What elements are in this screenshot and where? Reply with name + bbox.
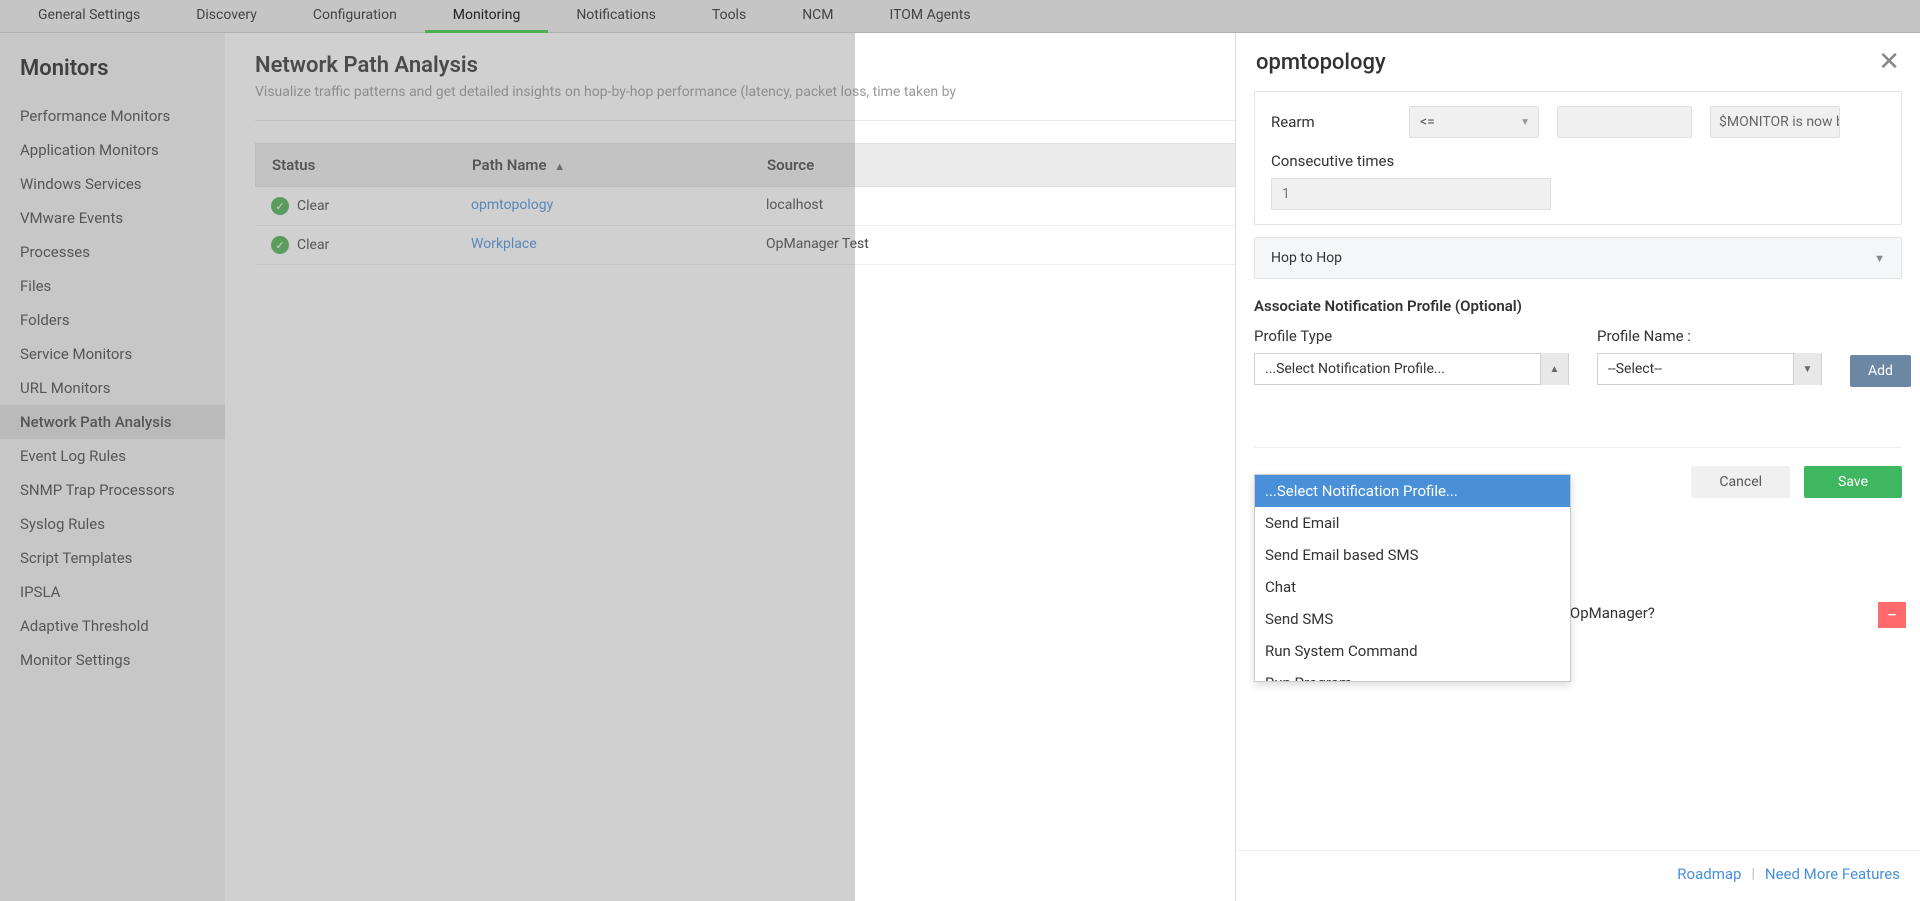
close-icon[interactable]: ✕ <box>1878 47 1900 77</box>
profile-name-label: Profile Name : <box>1597 327 1822 345</box>
sidebar-item-script-templates[interactable]: Script Templates <box>0 541 225 575</box>
sidebar-item-syslog-rules[interactable]: Syslog Rules <box>0 507 225 541</box>
top-tab-ncm[interactable]: NCM <box>774 0 861 33</box>
dropdown-option[interactable]: Send SMS <box>1255 603 1570 635</box>
sidebar-item-files[interactable]: Files <box>0 269 225 303</box>
top-tab-discovery[interactable]: Discovery <box>168 0 285 33</box>
roadmap-link[interactable]: Roadmap <box>1677 865 1741 883</box>
chevron-down-icon: ▼ <box>1874 252 1885 265</box>
sidebar-item-monitor-settings[interactable]: Monitor Settings <box>0 643 225 677</box>
sidebar: Monitors Performance MonitorsApplication… <box>0 33 225 901</box>
need-more-features-link[interactable]: Need More Features <box>1765 865 1900 883</box>
sidebar-item-folders[interactable]: Folders <box>0 303 225 337</box>
side-panel: opmtopology ✕ Rearm <=▼ $MONITOR is now … <box>1235 33 1920 901</box>
status-badge: ✓Clear <box>271 197 329 215</box>
panel-title: opmtopology <box>1256 50 1386 75</box>
dropdown-option[interactable]: Run Program <box>1255 667 1570 681</box>
col-path-name[interactable]: Path Name ▲ <box>456 144 751 186</box>
top-tab-general-settings[interactable]: General Settings <box>10 0 168 33</box>
rearm-operator-select[interactable]: <=▼ <box>1409 106 1539 138</box>
chevron-down-icon[interactable]: ▼ <box>1793 353 1821 385</box>
top-tabs: General SettingsDiscoveryConfigurationMo… <box>0 0 1920 33</box>
path-link[interactable]: opmtopology <box>471 197 553 213</box>
consecutive-input[interactable]: 1 <box>1271 178 1551 210</box>
top-tab-monitoring[interactable]: Monitoring <box>425 0 549 33</box>
profile-name-select[interactable]: --Select-- ▼ <box>1597 353 1822 385</box>
check-icon: ✓ <box>271 197 289 215</box>
sidebar-item-adaptive-threshold[interactable]: Adaptive Threshold <box>0 609 225 643</box>
dropdown-option[interactable]: ...Select Notification Profile... <box>1255 475 1570 507</box>
dropdown-option[interactable]: Send Email based SMS <box>1255 539 1570 571</box>
sidebar-item-service-monitors[interactable]: Service Monitors <box>0 337 225 371</box>
sidebar-item-url-monitors[interactable]: URL Monitors <box>0 371 225 405</box>
associate-profile-title: Associate Notification Profile (Optional… <box>1254 297 1902 315</box>
sidebar-item-network-path-analysis[interactable]: Network Path Analysis <box>0 405 225 439</box>
cancel-button[interactable]: Cancel <box>1691 466 1790 498</box>
col-status[interactable]: Status <box>256 144 456 186</box>
top-tab-configuration[interactable]: Configuration <box>285 0 425 33</box>
dropdown-option[interactable]: Send Email <box>1255 507 1570 539</box>
sidebar-item-ipsla[interactable]: IPSLA <box>0 575 225 609</box>
rearm-message-input[interactable]: $MONITOR is now b <box>1710 106 1840 138</box>
collapse-icon[interactable]: − <box>1878 602 1906 628</box>
rearm-value-input[interactable] <box>1557 106 1692 138</box>
chevron-down-icon: ▼ <box>1520 117 1530 128</box>
chevron-up-icon[interactable]: ▲ <box>1540 353 1568 385</box>
sidebar-item-event-log-rules[interactable]: Event Log Rules <box>0 439 225 473</box>
add-button[interactable]: Add <box>1850 355 1911 387</box>
sidebar-title: Monitors <box>0 48 225 99</box>
sidebar-item-application-monitors[interactable]: Application Monitors <box>0 133 225 167</box>
sort-asc-icon: ▲ <box>554 160 565 173</box>
top-tab-notifications[interactable]: Notifications <box>548 0 684 33</box>
save-button[interactable]: Save <box>1804 466 1902 498</box>
profile-type-dropdown: ...Select Notification Profile...Send Em… <box>1254 474 1571 682</box>
path-link[interactable]: Workplace <box>471 236 537 252</box>
rearm-label: Rearm <box>1271 113 1391 131</box>
sidebar-item-snmp-trap-processors[interactable]: SNMP Trap Processors <box>0 473 225 507</box>
dropdown-option[interactable]: Run System Command <box>1255 635 1570 667</box>
top-tab-tools[interactable]: Tools <box>684 0 774 33</box>
status-badge: ✓Clear <box>271 236 329 254</box>
sidebar-item-performance-monitors[interactable]: Performance Monitors <box>0 99 225 133</box>
dropdown-option[interactable]: Chat <box>1255 571 1570 603</box>
top-tab-itom-agents[interactable]: ITOM Agents <box>862 0 999 33</box>
sidebar-item-processes[interactable]: Processes <box>0 235 225 269</box>
rearm-box: Rearm <=▼ $MONITOR is now b Consecutive … <box>1254 91 1902 225</box>
profile-type-label: Profile Type <box>1254 327 1569 345</box>
sidebar-item-vmware-events[interactable]: VMware Events <box>0 201 225 235</box>
separator: | <box>1751 866 1754 882</box>
sidebar-item-windows-services[interactable]: Windows Services <box>0 167 225 201</box>
hop-to-hop-accordion[interactable]: Hop to Hop ▼ <box>1254 237 1902 279</box>
profile-type-select[interactable]: ...Select Notification Profile... ▲ <box>1254 353 1569 385</box>
check-icon: ✓ <box>271 236 289 254</box>
consecutive-label: Consecutive times <box>1271 152 1885 170</box>
